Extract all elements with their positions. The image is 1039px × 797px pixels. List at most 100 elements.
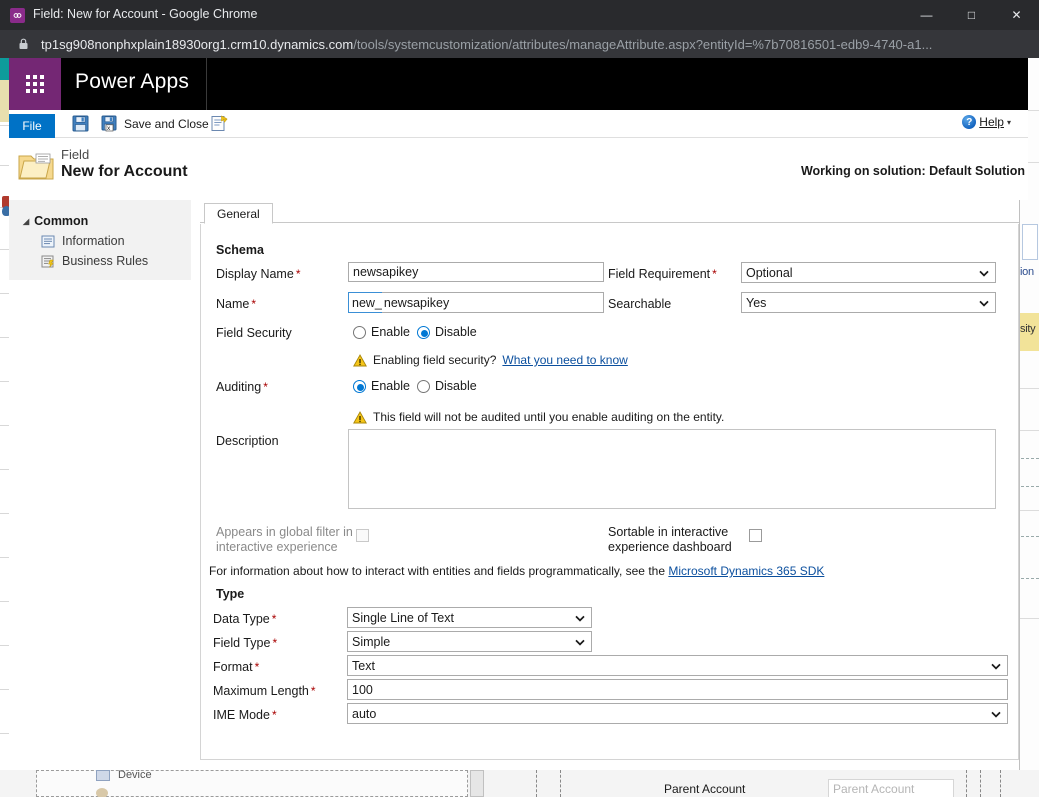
name-input-group[interactable]: new_ xyxy=(348,292,604,313)
format-select[interactable]: Text xyxy=(347,655,1008,676)
auditing-label: Auditing * xyxy=(216,380,268,394)
radio-circle xyxy=(417,379,430,393)
ime-mode-select[interactable]: auto xyxy=(347,703,1008,724)
help-label[interactable]: Help xyxy=(979,115,1004,129)
nav-group-common[interactable]: ◢ Common xyxy=(23,214,88,228)
sidebar-item-information[interactable]: Information xyxy=(41,234,125,248)
power-apps-title: Power Apps xyxy=(75,70,190,93)
field-type-select[interactable]: Simple xyxy=(347,631,592,652)
chevron-down-icon xyxy=(979,270,989,277)
address-bar-url[interactable]: tp1sg908nonphxplain18930org1.crm10.dynam… xyxy=(41,37,932,52)
searchable-label: Searchable xyxy=(608,297,672,311)
browser-window: Field: New for Account - Google Chrome —… xyxy=(0,0,1039,58)
chevron-down-icon xyxy=(575,639,585,646)
save-and-close-icon[interactable]: x xyxy=(101,115,119,132)
what-you-need-to-know-link[interactable]: What you need to know xyxy=(502,353,627,367)
schema-section-title: Schema xyxy=(216,243,264,257)
field-security-radio-disable[interactable]: Disable xyxy=(417,325,477,339)
browser-titlebar[interactable]: Field: New for Account - Google Chrome —… xyxy=(0,0,1039,30)
name-prefix: new_ xyxy=(348,292,382,313)
maximum-length-input[interactable] xyxy=(347,679,1008,700)
sortable-label-line2: experience dashboard xyxy=(608,540,732,554)
background-bottom-scrollbar[interactable] xyxy=(470,770,484,797)
ime-mode-label: IME Mode * xyxy=(213,708,277,722)
nav-group-label: Common xyxy=(34,214,89,228)
minimize-button[interactable]: — xyxy=(904,0,949,30)
help-label-text: Help xyxy=(979,115,1004,129)
radio-label: Enable xyxy=(371,325,410,339)
description-label: Description xyxy=(216,434,279,448)
sortable-label-line1: Sortable in interactive xyxy=(608,525,729,539)
left-nav: ◢ Common Information Business Rules xyxy=(9,200,191,280)
format-value: Text xyxy=(352,658,375,673)
power-apps-favicon-icon xyxy=(10,8,25,23)
help-menu[interactable]: ? Help ▾ xyxy=(962,115,1011,129)
required-asterisk: * xyxy=(712,267,717,281)
power-apps-header: Power Apps xyxy=(9,58,1028,110)
page-header-band: Field New for Account Working on solutio… xyxy=(9,138,1028,200)
field-security-radio-enable[interactable]: Enable xyxy=(353,325,410,339)
name-input[interactable] xyxy=(381,293,603,312)
global-filter-checkbox[interactable] xyxy=(356,529,369,542)
background-right-field xyxy=(1022,224,1038,260)
field-requirement-value: Optional xyxy=(746,265,793,280)
sdk-note: For information about how to interact wi… xyxy=(209,564,824,578)
chevron-down-icon xyxy=(575,615,585,622)
field-requirement-select[interactable]: Optional xyxy=(741,262,996,283)
dynamics-365-sdk-link[interactable]: Microsoft Dynamics 365 SDK xyxy=(668,564,824,578)
chevron-down-icon[interactable]: ▾ xyxy=(1007,118,1011,127)
sidebar-item-business-rules[interactable]: Business Rules xyxy=(41,254,148,268)
radio-circle xyxy=(417,325,430,339)
browser-address-bar[interactable]: tp1sg908nonphxplain18930org1.crm10.dynam… xyxy=(0,30,1039,58)
maximize-button[interactable]: □ xyxy=(949,0,994,30)
header-divider xyxy=(206,58,207,110)
auditing-radio-enable[interactable]: Enable xyxy=(353,379,410,393)
page-type-label: Field xyxy=(61,147,90,162)
background-bottom-icon-b xyxy=(96,788,108,797)
file-menu-tab[interactable]: File xyxy=(9,114,55,138)
warning-icon xyxy=(353,410,367,424)
display-name-input[interactable] xyxy=(348,262,604,282)
field-type-label: Field Type * xyxy=(213,636,278,650)
tabstrip: General xyxy=(200,203,1019,224)
maximum-length-label: Maximum Length * xyxy=(213,684,316,698)
save-and-close-label[interactable]: Save and Close xyxy=(124,117,209,131)
radio-label: Disable xyxy=(435,379,477,393)
tab-general[interactable]: General xyxy=(204,203,273,224)
radio-circle xyxy=(353,379,366,393)
required-asterisk: * xyxy=(295,267,301,281)
url-path: /tools/systemcustomization/attributes/ma… xyxy=(353,36,933,52)
information-icon xyxy=(41,235,55,248)
left-nav-background xyxy=(9,280,191,770)
global-filter-label-line1: Appears in global filter in xyxy=(216,525,353,539)
searchable-select[interactable]: Yes xyxy=(741,292,996,313)
triangle-collapse-icon[interactable]: ◢ xyxy=(23,217,29,226)
auditing-radio-disable[interactable]: Disable xyxy=(417,379,477,393)
auditing-warning: This field will not be audited until you… xyxy=(353,410,724,424)
chevron-down-icon xyxy=(979,300,989,307)
new-field-icon[interactable] xyxy=(211,115,229,132)
close-button[interactable]: ✕ xyxy=(994,0,1039,30)
background-bottom-window[interactable]: Device Parent Account Parent Account xyxy=(0,770,1039,797)
help-icon: ? xyxy=(962,115,977,129)
field-requirement-label: Field Requirement * xyxy=(608,267,717,281)
sortable-checkbox[interactable] xyxy=(749,529,762,542)
background-right-label-a: ion xyxy=(1020,266,1034,278)
save-icon[interactable] xyxy=(72,115,89,132)
warning-icon xyxy=(353,353,367,367)
radio-circle xyxy=(353,325,366,339)
sidebar-item-label: Business Rules xyxy=(62,254,149,268)
data-type-select[interactable]: Single Line of Text xyxy=(347,607,592,628)
background-bottom-word: Device xyxy=(118,770,152,781)
app-launcher-icon[interactable] xyxy=(9,58,61,110)
required-asterisk: * xyxy=(251,297,257,311)
data-type-label: Data Type * xyxy=(213,612,277,626)
global-filter-label-line2: interactive experience xyxy=(216,540,338,554)
sidebar-item-label: Information xyxy=(62,234,125,248)
sdk-note-text: For information about how to interact wi… xyxy=(209,564,665,578)
required-asterisk: * xyxy=(272,636,278,650)
radio-label: Enable xyxy=(371,379,410,393)
background-bottom-field-input[interactable]: Parent Account xyxy=(828,779,954,797)
description-textarea[interactable] xyxy=(348,429,996,509)
window-controls: — □ ✕ xyxy=(904,0,1039,30)
